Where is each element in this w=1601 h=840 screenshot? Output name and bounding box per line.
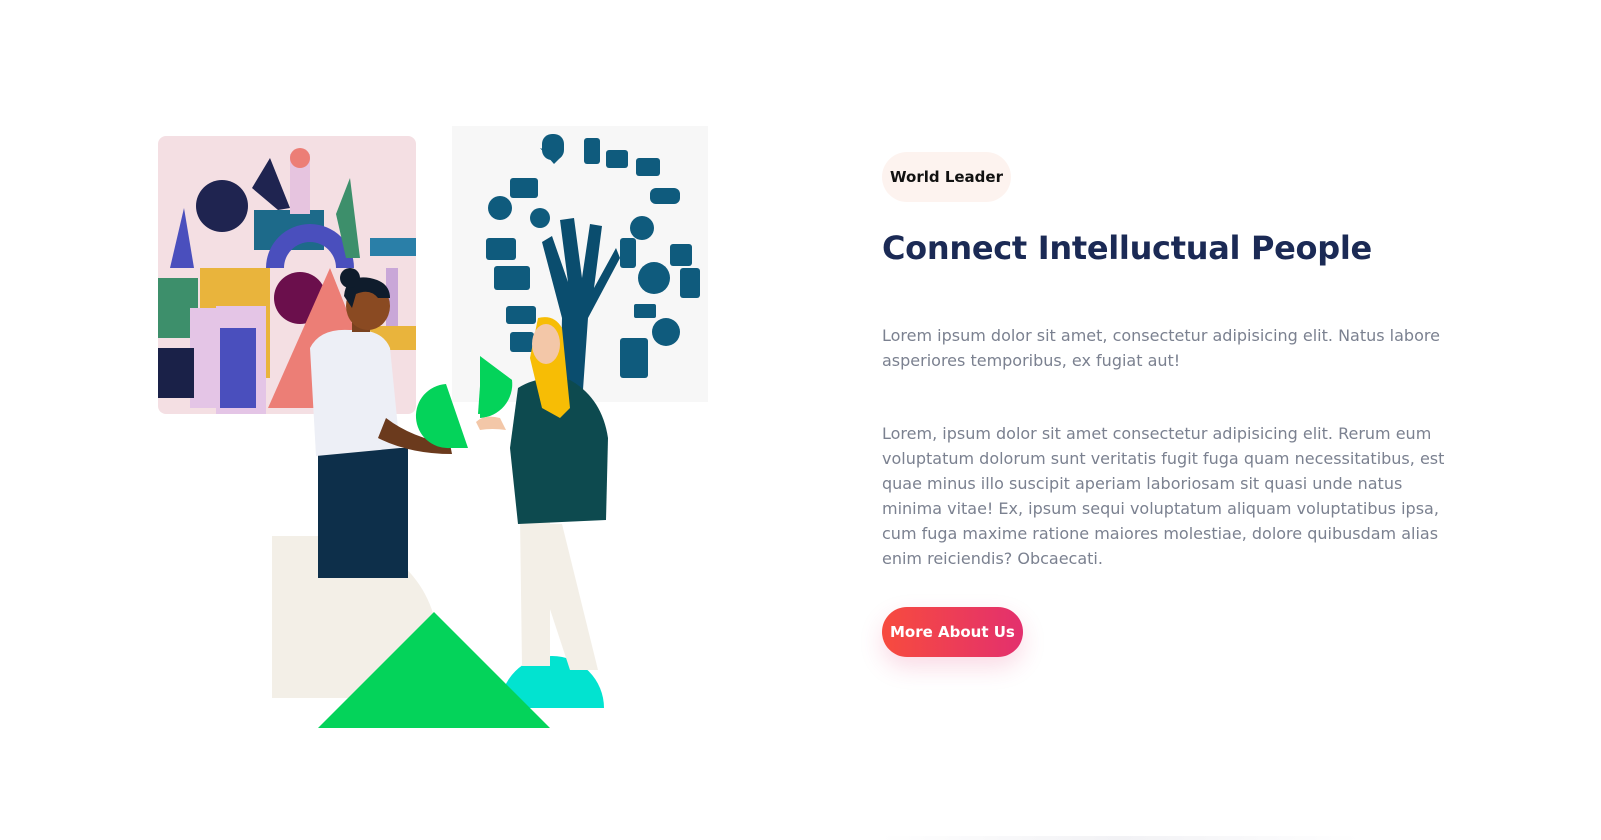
gadget-tree-image [452,126,708,404]
intro-paragraph: Lorem ipsum dolor sit amet, consectetur … [882,326,1440,370]
body-paragraph: Lorem, ipsum dolor sit amet consectetur … [882,424,1445,568]
two-people-illustration [158,126,708,728]
section-heading: Connect Intelluctual People [882,229,1372,267]
section-tag: World Leader [882,152,1011,202]
section-divider [880,836,1360,840]
about-content: World Leader Connect Intelluctual People… [882,152,1462,657]
hero-illustration [150,118,730,758]
more-about-us-button[interactable]: More About Us [882,607,1023,657]
